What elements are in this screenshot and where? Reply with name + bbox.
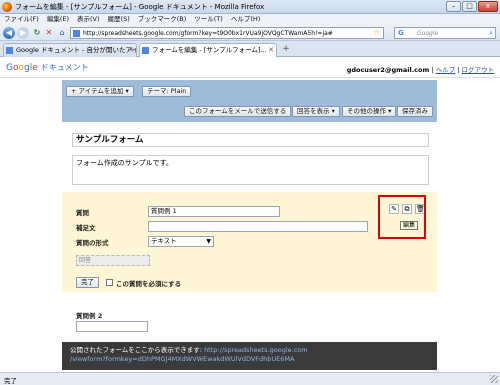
- product-name: ドキュメント: [40, 63, 89, 72]
- more-actions-button[interactable]: その他の操作 ▾: [342, 106, 397, 117]
- logo-letter: G: [6, 63, 13, 73]
- search-engine-icon[interactable]: G: [398, 28, 404, 39]
- highlight-box: [378, 195, 426, 239]
- tab-label: フォームを編集 - [サンプルフォーム]...: [152, 46, 267, 54]
- window-title: フォームを編集 - [サンプルフォーム] - Google ドキュメント - M…: [15, 3, 265, 11]
- published-form-bar: 公開されたフォームをここから表示できます: http://spreadsheet…: [62, 342, 437, 370]
- firefox-icon: [2, 2, 12, 12]
- more-actions-label: その他の操作: [347, 107, 386, 115]
- address-bar[interactable]: http://spreadsheets.google.com/gform?key…: [70, 27, 384, 39]
- question-edit-panel: 質問 質問例 1 補足文 質問の形式 テキスト ▼ 回答 完了 この質問を必須に…: [62, 192, 437, 292]
- view-responses-label: 回答を表示: [297, 107, 330, 115]
- question-item-2[interactable]: 質問例 2: [62, 292, 437, 340]
- view-responses-button[interactable]: 回答を表示 ▾: [292, 106, 340, 117]
- logout-link[interactable]: ログアウト: [462, 66, 495, 74]
- user-links: gdocuser2@gmail.com | ヘルプ | ログアウト: [347, 64, 494, 74]
- search-icon[interactable]: ⌕: [489, 28, 493, 39]
- separator: |: [431, 66, 434, 74]
- tab-documents-list[interactable]: Google ドキュメント - 自分が開いたアイ... ✕: [3, 43, 137, 57]
- chevron-down-icon: ▼: [206, 238, 211, 245]
- saved-button[interactable]: 保存済み: [397, 106, 433, 117]
- question-2-title: 質問例 2: [76, 312, 103, 320]
- close-button[interactable]: x: [478, 1, 498, 12]
- question-type-label: 質問の形式: [76, 239, 109, 247]
- menu-bar: ファイル(F) 編集(E) 表示(V) 履歴(S) ブックマーク(B) ツール(…: [0, 14, 500, 25]
- status-text: 完了: [4, 377, 17, 385]
- add-item-button[interactable]: + アイテムを追加 ▾: [66, 86, 134, 97]
- resize-grip-icon[interactable]: [490, 375, 498, 383]
- navigation-toolbar: ◀ ▶ ↻ ✕ ⌂ http://spreadsheets.google.com…: [0, 25, 500, 41]
- address-url[interactable]: http://spreadsheets.google.com/gform?key…: [83, 29, 333, 38]
- docs-favicon-icon: [6, 47, 13, 54]
- tab-close-icon[interactable]: ✕: [268, 44, 274, 57]
- menu-file[interactable]: ファイル(F): [4, 14, 39, 25]
- tab-strip: Google ドキュメント - 自分が開いたアイ... ✕ フォームを編集 - …: [0, 41, 500, 57]
- email-form-button[interactable]: このフォームをメールで送信する: [184, 106, 292, 117]
- question-type-select[interactable]: テキスト ▼: [148, 236, 214, 247]
- help-link[interactable]: ヘルプ: [436, 66, 456, 74]
- theme-button[interactable]: テーマ: Plain: [142, 86, 192, 97]
- google-docs-logo[interactable]: Google ドキュメント: [6, 62, 89, 73]
- site-favicon-icon: [73, 30, 80, 37]
- tab-edit-form[interactable]: フォームを編集 - [サンプルフォーム]... ✕: [139, 43, 277, 57]
- window-titlebar: フォームを編集 - [サンプルフォーム] - Google ドキュメント - M…: [0, 0, 500, 14]
- question-title-label: 質問: [76, 209, 89, 217]
- email-form-label: このフォームをメールで送信する: [189, 107, 287, 115]
- search-input[interactable]: Google: [417, 28, 438, 39]
- help-text-label: 補足文: [76, 224, 96, 232]
- menu-history[interactable]: 履歴(S): [108, 14, 130, 25]
- required-label: この質問を必須にする: [116, 280, 182, 288]
- forward-icon[interactable]: ▶: [17, 27, 29, 39]
- done-button[interactable]: 完了: [76, 277, 99, 288]
- answer-preview: 回答: [76, 255, 150, 266]
- theme-label: テーマ: Plain: [147, 87, 187, 95]
- home-icon[interactable]: ⌂: [56, 27, 68, 39]
- search-box[interactable]: G Google ⌕: [394, 27, 496, 39]
- menu-tools[interactable]: ツール(T): [194, 14, 223, 25]
- maximize-button[interactable]: □: [462, 1, 477, 12]
- published-url-line1[interactable]: http://spreadsheets.google.com: [204, 346, 308, 354]
- form-editor: + アイテムを追加 ▾ テーマ: Plain このフォームをメールで送信する 回…: [62, 80, 437, 380]
- status-bar: 完了: [0, 372, 500, 385]
- add-item-label: + アイテムを追加: [71, 87, 124, 95]
- menu-view[interactable]: 表示(V): [77, 14, 100, 25]
- form-toolbar: + アイテムを追加 ▾ テーマ: Plain このフォームをメールで送信する 回…: [62, 80, 437, 122]
- menu-bookmarks[interactable]: ブックマーク(B): [138, 14, 187, 25]
- question-type-value: テキスト: [151, 237, 177, 245]
- user-email: gdocuser2@gmail.com: [346, 66, 430, 74]
- form-description-input[interactable]: フォーム作成のサンプルです。: [72, 155, 429, 185]
- publish-text: 公開されたフォームをここから表示できます:: [70, 346, 205, 354]
- reload-icon[interactable]: ↻: [31, 27, 43, 39]
- minimize-button[interactable]: –: [446, 1, 461, 12]
- window-controls: – □ x: [446, 1, 498, 12]
- question-2-answer-field: [76, 321, 148, 332]
- form-title-input[interactable]: サンプルフォーム: [72, 133, 429, 147]
- docs-favicon-icon: [142, 47, 149, 54]
- back-icon[interactable]: ◀: [3, 27, 15, 39]
- menu-edit[interactable]: 編集(E): [47, 14, 69, 25]
- stop-icon[interactable]: ✕: [43, 27, 55, 39]
- tab-label: Google ドキュメント - 自分が開いたアイ...: [16, 46, 137, 54]
- separator: |: [457, 66, 460, 74]
- question-title-input[interactable]: 質問例 1: [148, 206, 280, 217]
- logo-letter: e: [32, 63, 38, 73]
- published-url-line2[interactable]: /viewform?formkey=dDhPMGJ4MXdWVWEwakdWUl…: [70, 355, 294, 363]
- bookmark-star-icon[interactable]: ☆: [373, 28, 380, 37]
- saved-label: 保存済み: [402, 107, 428, 115]
- new-tab-icon[interactable]: +: [280, 44, 292, 56]
- required-checkbox[interactable]: [106, 279, 113, 286]
- help-text-input[interactable]: [148, 221, 368, 232]
- done-label: 完了: [81, 278, 94, 286]
- tab-close-icon[interactable]: ✕: [128, 44, 134, 57]
- menu-help[interactable]: ヘルプ(H): [231, 14, 260, 25]
- google-header: Google ドキュメント gdocuser2@gmail.com | ヘルプ |…: [0, 58, 500, 78]
